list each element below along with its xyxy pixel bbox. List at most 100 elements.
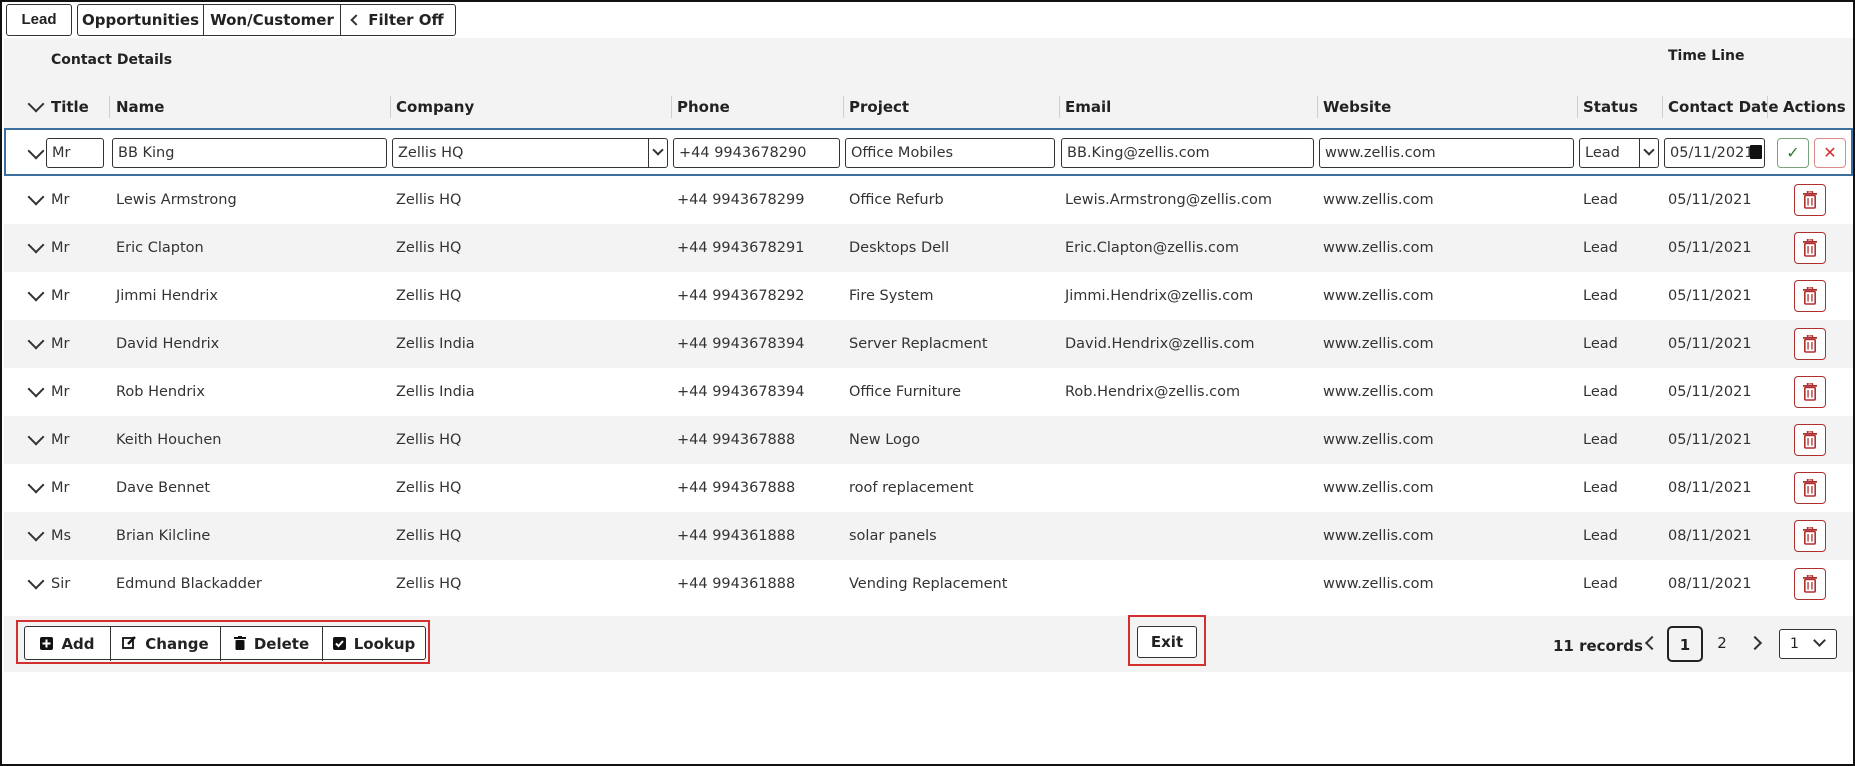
col-project[interactable]: Project (849, 92, 909, 122)
trash-icon (1803, 383, 1817, 401)
expand-row-icon[interactable] (26, 524, 46, 544)
email-input[interactable]: BB.King@zellis.com (1061, 138, 1314, 168)
delete-row-button[interactable] (1794, 424, 1826, 456)
row-website: www.zellis.com (1323, 480, 1434, 496)
add-button[interactable]: Add (25, 627, 111, 661)
record-count: 11 records (1553, 637, 1643, 655)
col-contact-date[interactable]: Contact Date (1668, 92, 1779, 122)
row-website: www.zellis.com (1323, 288, 1434, 304)
expand-row-icon[interactable] (26, 428, 46, 448)
collapse-row-icon[interactable] (26, 142, 46, 162)
table-row[interactable]: Mr Dave Bennet Zellis HQ +44 994367888 roof … (4, 464, 1853, 512)
trash-icon (1803, 287, 1817, 305)
lookup-button[interactable]: Lookup (323, 627, 425, 661)
col-website[interactable]: Website (1323, 92, 1391, 122)
expand-row-icon[interactable] (26, 476, 46, 496)
name-input[interactable]: BB King (112, 138, 387, 168)
chevron-down-icon[interactable] (1639, 139, 1658, 167)
expand-row-icon[interactable] (26, 236, 46, 256)
trash-icon (1803, 479, 1817, 497)
expand-row-icon[interactable] (26, 332, 46, 352)
expand-row-icon[interactable] (26, 380, 46, 400)
delete-row-button[interactable] (1794, 184, 1826, 216)
cancel-button[interactable]: ✕ (1814, 138, 1846, 168)
delete-row-button[interactable] (1794, 472, 1826, 504)
website-input[interactable]: www.zellis.com (1319, 138, 1574, 168)
row-phone: +44 994361888 (677, 528, 796, 544)
change-button[interactable]: Change (111, 627, 221, 661)
delete-row-button[interactable] (1794, 328, 1826, 360)
contact-details-group: Contact Details (51, 52, 173, 68)
table-row[interactable]: Mr Eric Clapton Zellis HQ +44 9943678291 Des… (4, 224, 1853, 272)
col-email[interactable]: Email (1065, 92, 1111, 122)
delete-label: Delete (253, 635, 310, 653)
expand-row-icon[interactable] (26, 188, 46, 208)
title-input[interactable]: Mr (46, 138, 104, 168)
row-website: www.zellis.com (1323, 384, 1434, 400)
row-email: David.Hendrix@zellis.com (1065, 336, 1255, 352)
row-project: solar panels (849, 528, 937, 544)
expand-row-icon[interactable] (26, 572, 46, 592)
page-2-button[interactable]: 2 (1704, 626, 1740, 662)
row-company: Zellis HQ (396, 576, 462, 592)
row-website: www.zellis.com (1323, 192, 1434, 208)
row-phone: +44 9943678394 (677, 336, 805, 352)
row-website: www.zellis.com (1323, 432, 1434, 448)
row-title: Mr (51, 384, 70, 400)
project-input[interactable]: Office Mobiles (845, 138, 1055, 168)
edit-row: Mr BB King Zellis HQ +44 9943678290 Offi… (4, 128, 1853, 176)
timeline-group: Time Line (1668, 48, 1745, 64)
tab-won-customer[interactable]: Won/Customer (204, 5, 341, 35)
row-title: Mr (51, 288, 70, 304)
table-row[interactable]: Mr David Hendrix Zellis India +44 994367839… (4, 320, 1853, 368)
status-select[interactable]: Lead (1579, 138, 1659, 168)
delete-row-button[interactable] (1794, 520, 1826, 552)
row-phone: +44 994367888 (677, 432, 796, 448)
delete-row-button[interactable] (1794, 280, 1826, 312)
table-row[interactable]: Mr Lewis Armstrong Zellis HQ +44 9943678299… (4, 176, 1853, 224)
table-row[interactable]: Mr Jimmi Hendrix Zellis HQ +44 9943678292 Fi… (4, 272, 1853, 320)
row-contact-date: 05/11/2021 (1668, 240, 1752, 256)
table-row[interactable]: Sir Edmund Blackadder Zellis HQ +44 9943618… (4, 560, 1853, 608)
table-row[interactable]: Ms Brian Kilcline Zellis HQ +44 994361888 so… (4, 512, 1853, 560)
col-name[interactable]: Name (116, 92, 164, 122)
row-project: Office Furniture (849, 384, 962, 400)
calendar-icon[interactable] (1750, 145, 1762, 159)
filter-toggle[interactable]: Filter Off (341, 5, 455, 35)
page-1-button[interactable]: 1 (1667, 626, 1703, 662)
row-company: Zellis HQ (396, 432, 462, 448)
contact-date-input[interactable]: 05/11/2021 (1664, 138, 1765, 168)
row-company: Zellis HQ (396, 288, 462, 304)
tab-opportunities[interactable]: Opportunities (78, 5, 204, 35)
plus-square-icon (40, 628, 54, 662)
row-website: www.zellis.com (1323, 576, 1434, 592)
change-label: Change (145, 635, 209, 653)
company-select[interactable]: Zellis HQ (392, 138, 668, 168)
row-phone: +44 9943678291 (677, 240, 805, 256)
col-title[interactable]: Title (51, 92, 89, 122)
col-company[interactable]: Company (396, 92, 474, 122)
row-phone: +44 9943678292 (677, 288, 805, 304)
phone-input[interactable]: +44 9943678290 (673, 138, 840, 168)
expand-all-icon[interactable] (26, 92, 46, 118)
delete-row-button[interactable] (1794, 568, 1826, 600)
delete-button[interactable]: Delete (221, 627, 323, 661)
table-row[interactable]: Mr Rob Hendrix Zellis India +44 9943678394 O… (4, 368, 1853, 416)
trash-icon (233, 628, 246, 662)
row-title: Mr (51, 336, 70, 352)
row-email: Eric.Clapton@zellis.com (1065, 240, 1239, 256)
table-row[interactable]: Mr Keith Houchen Zellis HQ +44 994367888 New… (4, 416, 1853, 464)
chevron-down-icon[interactable] (648, 139, 667, 167)
col-phone[interactable]: Phone (677, 92, 730, 122)
col-status[interactable]: Status (1583, 92, 1638, 122)
exit-button[interactable]: Exit (1137, 626, 1197, 658)
delete-row-button[interactable] (1794, 376, 1826, 408)
row-name: Brian Kilcline (116, 528, 211, 544)
row-status: Lead (1583, 288, 1618, 304)
tab-lead[interactable]: Lead (6, 4, 72, 36)
page-size-select[interactable]: 1 (1779, 629, 1837, 659)
delete-row-button[interactable] (1794, 232, 1826, 264)
confirm-button[interactable]: ✓ (1777, 138, 1809, 168)
col-actions: Actions (1783, 98, 1846, 116)
expand-row-icon[interactable] (26, 284, 46, 304)
